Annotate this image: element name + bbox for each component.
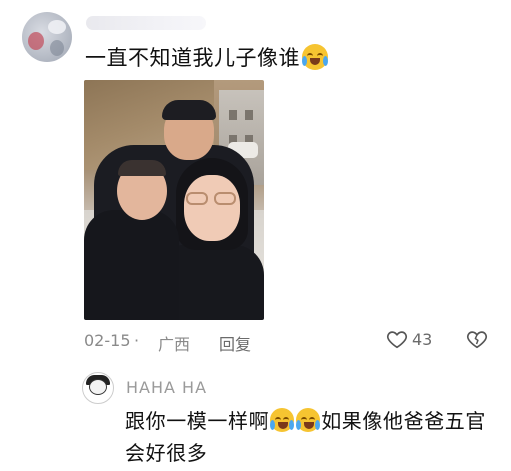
comment-region: 广西	[158, 335, 191, 354]
reply-avatar[interactable]	[82, 372, 114, 404]
reply-button[interactable]: 回复	[219, 331, 251, 355]
commenter-avatar[interactable]	[22, 12, 72, 62]
comment-date: 02-15	[84, 331, 131, 350]
dislike-button[interactable]	[466, 328, 488, 354]
comment-photo[interactable]	[84, 80, 264, 320]
comment-body: 一直不知道我儿子像谁	[85, 46, 300, 70]
comment-text: 一直不知道我儿子像谁	[85, 42, 328, 72]
crying-laughing-emoji-icon	[302, 44, 328, 70]
reply-text: 跟你一模一样啊 如果像他爸爸五官会好很多	[125, 405, 500, 469]
like-count: 43	[412, 329, 433, 349]
commenter-username-blurred[interactable]	[86, 16, 206, 30]
meta-separator: ·	[134, 331, 140, 350]
reply-username[interactable]: HAHA HA	[126, 378, 207, 397]
like-button[interactable]: 43	[386, 328, 432, 350]
reply-text-before: 跟你一模一样啊	[125, 409, 270, 433]
crying-laughing-emoji-icon	[296, 408, 321, 432]
crying-laughing-emoji-icon	[270, 408, 295, 432]
broken-heart-outline-icon	[466, 331, 488, 349]
heart-outline-icon	[386, 331, 408, 349]
